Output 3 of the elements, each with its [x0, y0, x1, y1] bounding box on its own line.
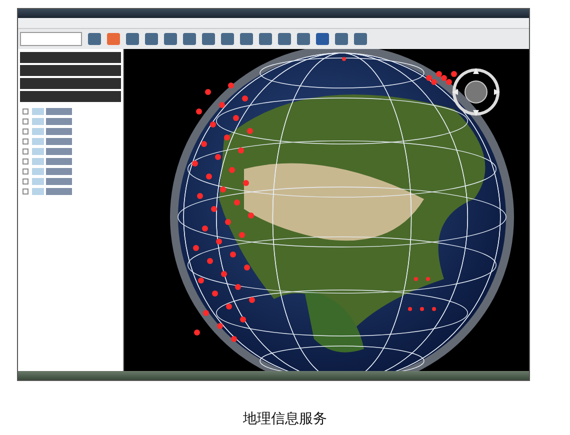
navigation-control-icon[interactable]	[451, 67, 501, 117]
caption: 地理信息服务	[242, 410, 328, 428]
search-field[interactable]	[20, 32, 82, 46]
